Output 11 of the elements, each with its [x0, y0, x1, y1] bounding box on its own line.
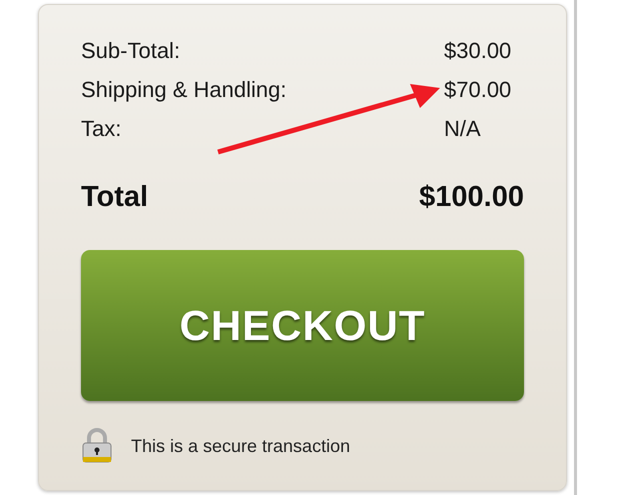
summary-label: Shipping & Handling:: [81, 76, 286, 104]
summary-label: Sub-Total:: [81, 37, 180, 65]
summary-value: $30.00: [444, 37, 512, 65]
total-value: $100.00: [419, 180, 524, 215]
padlock-icon: [81, 428, 113, 464]
security-note: This is a secure transaction: [131, 434, 350, 458]
checkout-button[interactable]: CHECKOUT: [81, 250, 524, 401]
summary-label: Tax:: [81, 115, 122, 143]
total-label: Total: [81, 180, 148, 215]
summary-value: $70.00: [444, 76, 512, 104]
summary-value: N/A: [444, 115, 482, 143]
